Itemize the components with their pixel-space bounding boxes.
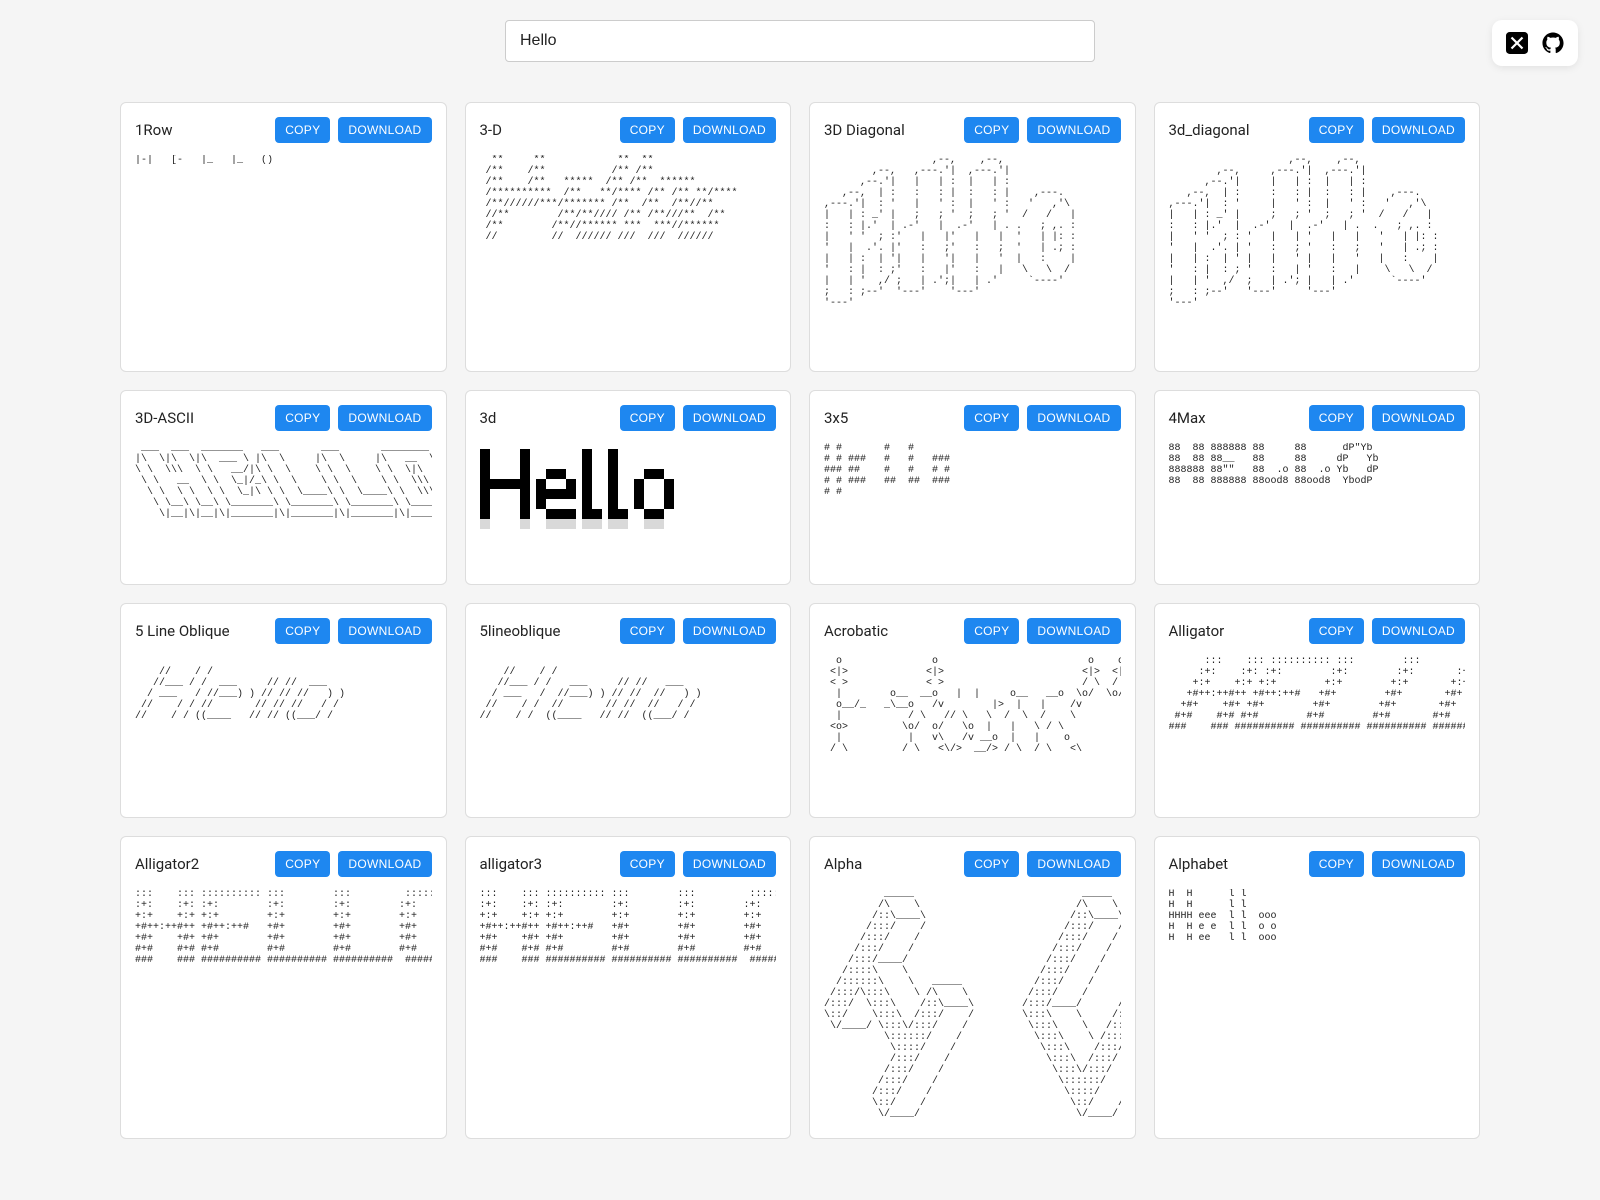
social-links-box bbox=[1492, 20, 1578, 66]
font-card: 4Max COPY DOWNLOAD 88 88 888888 88 88 dP"Yb… bbox=[1154, 390, 1481, 585]
download-button[interactable]: DOWNLOAD bbox=[683, 405, 776, 431]
download-button[interactable]: DOWNLOAD bbox=[1372, 851, 1465, 877]
copy-button[interactable]: COPY bbox=[620, 117, 675, 143]
download-button[interactable]: DOWNLOAD bbox=[1027, 405, 1120, 431]
copy-button[interactable]: COPY bbox=[275, 851, 330, 877]
font-name: 5 Line Oblique bbox=[135, 622, 230, 640]
font-card: alligator3 COPY DOWNLOAD::: ::: ::::::::::… bbox=[465, 836, 792, 1139]
font-name: 1Row bbox=[135, 121, 173, 139]
ascii-art: ,--, ,--, ,--, ,---.'| ,---.'| ,--.'| | … bbox=[824, 155, 1121, 309]
font-name: Alpha bbox=[824, 855, 862, 873]
ascii-art: |-| [- |_ |_ () bbox=[135, 155, 432, 166]
copy-button[interactable]: COPY bbox=[620, 618, 675, 644]
font-name: 3d_diagonal bbox=[1169, 121, 1250, 139]
download-button[interactable]: DOWNLOAD bbox=[1372, 405, 1465, 431]
ascii-art: H H l l H H l l HHHH eee l l ooo H H e e… bbox=[1169, 889, 1466, 944]
ascii-art: _____ _____ /\ \ /\ \ /::\____\ /::\____… bbox=[824, 889, 1121, 1120]
ascii-art: ,--, ,--, ,--, ,---.'| ,---.'| ,--.'| | … bbox=[1169, 155, 1466, 309]
font-name: 5lineoblique bbox=[480, 622, 561, 640]
ascii-art: 88 88 888888 88 88 dP"Yb 88 88 88__ 88 8… bbox=[1169, 443, 1466, 487]
font-card: 5lineoblique COPY DOWNLOAD // / / //___ / … bbox=[465, 603, 792, 818]
ascii-art: // / / //___ / / ___ // // ___ / ___ / /… bbox=[135, 656, 432, 722]
download-button[interactable]: DOWNLOAD bbox=[338, 851, 431, 877]
copy-button[interactable]: COPY bbox=[1309, 851, 1364, 877]
font-name: 3D Diagonal bbox=[824, 121, 905, 139]
copy-button[interactable]: COPY bbox=[964, 117, 1019, 143]
copy-button[interactable]: COPY bbox=[620, 405, 675, 431]
copy-button[interactable]: COPY bbox=[1309, 117, 1364, 143]
download-button[interactable]: DOWNLOAD bbox=[1027, 618, 1120, 644]
font-name: 3x5 bbox=[824, 409, 848, 427]
download-button[interactable]: DOWNLOAD bbox=[1027, 117, 1120, 143]
download-button[interactable]: DOWNLOAD bbox=[338, 618, 431, 644]
font-card: 3-D COPY DOWNLOAD ** ** ** ** /** /** /** … bbox=[465, 102, 792, 372]
font-name: Acrobatic bbox=[824, 622, 888, 640]
download-button[interactable]: DOWNLOAD bbox=[338, 117, 431, 143]
ascii-art bbox=[480, 443, 777, 529]
copy-button[interactable]: COPY bbox=[964, 405, 1019, 431]
download-button[interactable]: DOWNLOAD bbox=[683, 851, 776, 877]
font-name: Alligator bbox=[1169, 622, 1225, 640]
copy-button[interactable]: COPY bbox=[1309, 618, 1364, 644]
font-name: 3d bbox=[480, 409, 497, 427]
font-card: Alphabet COPY DOWNLOAD H H l l H H l l HHHH… bbox=[1154, 836, 1481, 1139]
ascii-art: # # # # # # ### # # ### ### ## # # # # #… bbox=[824, 443, 1121, 498]
download-button[interactable]: DOWNLOAD bbox=[338, 405, 431, 431]
font-card: 1Row COPY DOWNLOAD |-| [- |_ |_ () bbox=[120, 102, 447, 372]
ascii-art: ::: ::: :::::::::: ::: ::: :::::::: :+: … bbox=[480, 889, 777, 966]
download-button[interactable]: DOWNLOAD bbox=[683, 117, 776, 143]
search-input[interactable] bbox=[505, 20, 1095, 62]
font-card: Acrobatic COPY DOWNLOAD o o o o <|> <|> <|… bbox=[809, 603, 1136, 818]
download-button[interactable]: DOWNLOAD bbox=[1372, 117, 1465, 143]
font-card: 3D-ASCII COPY DOWNLOAD ___ ___ _______ ___… bbox=[120, 390, 447, 585]
copy-button[interactable]: COPY bbox=[1309, 405, 1364, 431]
font-card: 5 Line Oblique COPY DOWNLOAD // / / //___ … bbox=[120, 603, 447, 818]
copy-button[interactable]: COPY bbox=[275, 618, 330, 644]
ascii-art: o o o o <|> <|> <|> <|> < > < > / \ / \ … bbox=[824, 656, 1121, 755]
font-card: 3d_diagonal COPY DOWNLOAD ,--, ,--, ,--, ,… bbox=[1154, 102, 1481, 372]
download-button[interactable]: DOWNLOAD bbox=[1027, 851, 1120, 877]
ascii-art: ::: ::: :::::::::: ::: ::: :::::::: :+: … bbox=[135, 889, 432, 966]
github-icon[interactable] bbox=[1542, 32, 1564, 54]
font-card: 3D Diagonal COPY DOWNLOAD ,--, ,--, ,--, ,… bbox=[809, 102, 1136, 372]
ascii-art: ::: ::: :::::::::: ::: ::: :::::::: :+: … bbox=[1169, 656, 1466, 733]
copy-button[interactable]: COPY bbox=[275, 117, 330, 143]
download-button[interactable]: DOWNLOAD bbox=[683, 618, 776, 644]
font-name: 3-D bbox=[480, 121, 502, 139]
download-button[interactable]: DOWNLOAD bbox=[1372, 618, 1465, 644]
font-card: 3x5 COPY DOWNLOAD # # # # # # ### # # ### #… bbox=[809, 390, 1136, 585]
copy-button[interactable]: COPY bbox=[964, 618, 1019, 644]
font-card: Alligator COPY DOWNLOAD ::: ::: ::::::::::… bbox=[1154, 603, 1481, 818]
x-twitter-icon[interactable] bbox=[1506, 32, 1528, 54]
copy-button[interactable]: COPY bbox=[964, 851, 1019, 877]
font-card: Alpha COPY DOWNLOAD _____ _____ /\ \ /\ \ … bbox=[809, 836, 1136, 1139]
font-card: Alligator2 COPY DOWNLOAD::: ::: ::::::::::… bbox=[120, 836, 447, 1139]
font-name: 3D-ASCII bbox=[135, 409, 194, 427]
font-name: Alphabet bbox=[1169, 855, 1229, 873]
font-name: Alligator2 bbox=[135, 855, 199, 873]
font-name: alligator3 bbox=[480, 855, 543, 873]
font-name: 4Max bbox=[1169, 409, 1206, 427]
font-card: 3d COPY DOWNLOAD bbox=[465, 390, 792, 585]
ascii-art: ___ ___ _______ ___ ___ ________ |\ \|\ … bbox=[135, 443, 432, 520]
copy-button[interactable]: COPY bbox=[275, 405, 330, 431]
copy-button[interactable]: COPY bbox=[620, 851, 675, 877]
ascii-art: // / / //___ / / ___ // // ___ / ___ / /… bbox=[480, 656, 777, 722]
ascii-art: ** ** ** ** /** /** /** /** /** /** ****… bbox=[480, 155, 777, 243]
